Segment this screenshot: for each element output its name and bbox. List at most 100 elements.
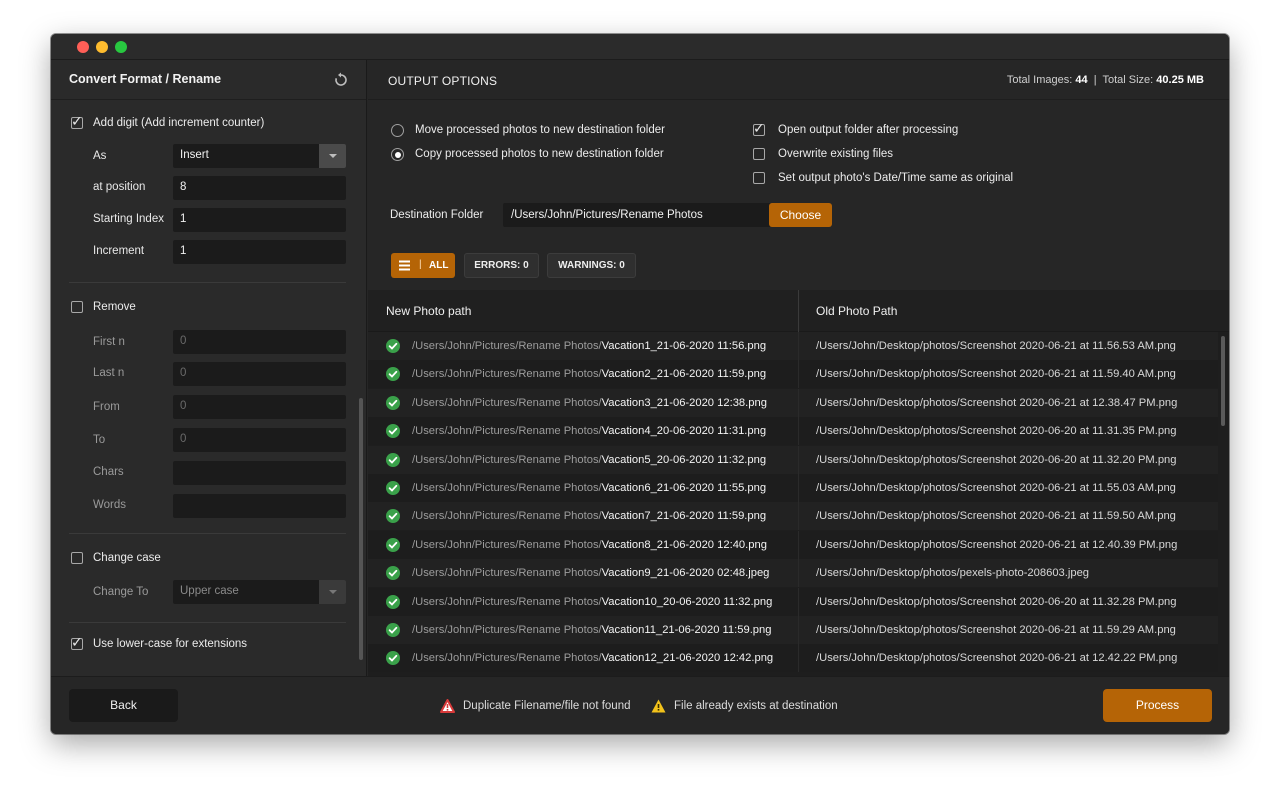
table-row[interactable]: /Users/John/Pictures/Rename Photos/Vacat… xyxy=(368,388,1218,417)
first-n-input[interactable]: 0 xyxy=(173,330,346,354)
reset-icon[interactable] xyxy=(333,72,349,88)
checkmark-icon: ✓ xyxy=(753,120,765,136)
column-divider xyxy=(798,502,799,531)
column-divider xyxy=(798,559,799,588)
new-photo-path-cell: /Users/John/Pictures/Rename Photos/Vacat… xyxy=(412,425,766,437)
old-photo-path-cell: /Users/John/Desktop/photos/Screenshot 20… xyxy=(816,453,1177,466)
new-photo-path-cell: /Users/John/Pictures/Rename Photos/Vacat… xyxy=(412,454,766,466)
column-header-old-path[interactable]: Old Photo Path xyxy=(816,304,897,318)
column-divider xyxy=(798,417,799,446)
old-photo-path-cell: /Users/John/Desktop/photos/Screenshot 20… xyxy=(816,340,1176,352)
new-photo-path-cell: /Users/John/Pictures/Rename Photos/Vacat… xyxy=(412,624,771,636)
destination-folder-label: Destination Folder xyxy=(390,209,484,221)
process-button[interactable]: Process xyxy=(1103,689,1212,722)
close-window-button[interactable] xyxy=(77,41,89,53)
success-check-icon xyxy=(386,367,400,382)
totals-summary: Total Images: 44 | Total Size: 40.25 MB xyxy=(1007,74,1204,86)
at-position-input[interactable]: 8 xyxy=(173,176,346,200)
checkmark-icon: ✓ xyxy=(71,113,83,129)
table-header: New Photo path Old Photo Path xyxy=(368,290,1229,332)
choose-folder-button[interactable]: Choose xyxy=(769,203,832,227)
table-row[interactable]: /Users/John/Pictures/Rename Photos/Vacat… xyxy=(368,332,1218,360)
sidebar-scrollbar[interactable] xyxy=(359,398,363,660)
old-photo-path-cell: /Users/John/Desktop/photos/Screenshot 20… xyxy=(816,396,1178,409)
old-photo-path-cell: /Users/John/Desktop/photos/Screenshot 20… xyxy=(816,368,1176,381)
new-photo-dir: /Users/John/Pictures/Rename Photos/ xyxy=(412,340,602,352)
old-photo-path-cell: /Users/John/Desktop/photos/Screenshot 20… xyxy=(816,425,1177,438)
photo-path-table: /Users/John/Pictures/Rename Photos/Vacat… xyxy=(368,332,1218,676)
last-n-input[interactable]: 0 xyxy=(173,362,346,386)
new-photo-filename: Vacation1_21-06-2020 11:56.png xyxy=(601,340,767,352)
new-photo-dir: /Users/John/Pictures/Rename Photos/ xyxy=(412,425,602,438)
table-row[interactable]: /Users/John/Pictures/Rename Photos/Vacat… xyxy=(368,502,1218,531)
table-scrollbar[interactable] xyxy=(1221,336,1225,426)
minimize-window-button[interactable] xyxy=(96,41,108,53)
move-photos-radio[interactable] xyxy=(391,124,404,137)
success-check-icon xyxy=(386,537,400,552)
lowercase-extensions-checkbox[interactable]: ✓ xyxy=(71,634,83,650)
column-divider xyxy=(798,616,799,644)
success-check-icon xyxy=(386,566,400,581)
change-case-label: Change case xyxy=(93,552,161,564)
starting-index-input[interactable]: 1 xyxy=(173,208,346,232)
new-photo-path-cell: /Users/John/Pictures/Rename Photos/Vacat… xyxy=(412,596,772,608)
old-photo-path-cell: /Users/John/Desktop/photos/pexels-photo-… xyxy=(816,567,1090,580)
increment-input[interactable]: 1 xyxy=(173,240,346,264)
table-row[interactable]: /Users/John/Pictures/Rename Photos/Vacat… xyxy=(368,587,1218,616)
change-case-checkbox[interactable] xyxy=(71,552,83,564)
section-divider xyxy=(69,533,346,534)
table-row[interactable]: /Users/John/Pictures/Rename Photos/Vacat… xyxy=(368,445,1218,474)
table-row[interactable]: /Users/John/Pictures/Rename Photos/Vacat… xyxy=(368,644,1218,673)
filter-errors-button[interactable]: ERRORS: 0 xyxy=(464,253,539,278)
words-input[interactable] xyxy=(173,494,346,518)
table-row[interactable]: /Users/John/Pictures/Rename Photos/Vacat… xyxy=(368,616,1218,644)
legend-warning-text: File already exists at destination xyxy=(674,700,838,712)
sidebar-header: Convert Format / Rename xyxy=(51,60,366,100)
filter-warnings-button[interactable]: WARNINGS: 0 xyxy=(547,253,636,278)
open-output-folder-checkbox[interactable]: ✓ xyxy=(753,120,765,136)
change-to-select[interactable]: Upper case xyxy=(173,580,346,604)
from-input[interactable]: 0 xyxy=(173,395,346,419)
filter-all-button[interactable]: | ALL xyxy=(391,253,455,278)
chars-input[interactable] xyxy=(173,461,346,485)
as-select[interactable]: Insert xyxy=(173,144,346,168)
table-row[interactable]: /Users/John/Pictures/Rename Photos/Vacat… xyxy=(368,474,1218,502)
change-to-label: Change To xyxy=(93,586,149,598)
copy-photos-radio[interactable] xyxy=(391,148,404,161)
title-bar xyxy=(51,34,1229,60)
new-photo-dir: /Users/John/Pictures/Rename Photos/ xyxy=(412,567,602,580)
column-header-new-path[interactable]: New Photo path xyxy=(386,304,471,318)
lowercase-extensions-label: Use lower-case for extensions xyxy=(93,638,248,650)
overwrite-files-checkbox[interactable] xyxy=(753,148,765,160)
table-row[interactable]: /Users/John/Pictures/Rename Photos/Vacat… xyxy=(368,530,1218,559)
remove-checkbox[interactable] xyxy=(71,301,83,313)
new-photo-path-cell: /Users/John/Pictures/Rename Photos/Vacat… xyxy=(412,368,766,380)
new-photo-dir: /Users/John/Pictures/Rename Photos/ xyxy=(412,482,602,494)
success-check-icon xyxy=(386,623,400,637)
zoom-window-button[interactable] xyxy=(115,41,127,53)
back-button[interactable]: Back xyxy=(69,689,178,722)
new-photo-dir: /Users/John/Pictures/Rename Photos/ xyxy=(412,652,602,665)
section-divider xyxy=(69,282,346,283)
table-row[interactable]: /Users/John/Pictures/Rename Photos/Vacat… xyxy=(368,559,1218,588)
add-digit-checkbox[interactable]: ✓ xyxy=(71,113,83,129)
starting-index-label: Starting Index xyxy=(93,213,164,225)
success-check-icon xyxy=(386,395,400,410)
table-row[interactable]: /Users/John/Pictures/Rename Photos/Vacat… xyxy=(368,417,1218,446)
destination-folder-input[interactable]: /Users/John/Pictures/Rename Photos xyxy=(503,203,771,227)
new-photo-filename: Vacation9_21-06-2020 02:48.jpeg xyxy=(601,567,770,580)
success-check-icon xyxy=(386,339,400,353)
to-input[interactable]: 0 xyxy=(173,428,346,452)
table-row[interactable]: /Users/John/Pictures/Rename Photos/Vacat… xyxy=(368,360,1218,389)
error-triangle-icon xyxy=(440,699,455,713)
totals-separator: | xyxy=(1093,74,1097,86)
old-photo-path-cell: /Users/John/Desktop/photos/Screenshot 20… xyxy=(816,652,1178,665)
column-divider xyxy=(798,644,799,673)
output-options-header: OUTPUT OPTIONS Total Images: 44 | Total … xyxy=(368,60,1229,100)
last-n-label: Last n xyxy=(93,367,125,379)
column-divider xyxy=(798,360,799,389)
chevron-down-icon xyxy=(319,580,346,604)
same-datetime-checkbox[interactable] xyxy=(753,172,765,184)
new-photo-dir: /Users/John/Pictures/Rename Photos/ xyxy=(412,368,602,381)
column-divider xyxy=(798,290,799,332)
